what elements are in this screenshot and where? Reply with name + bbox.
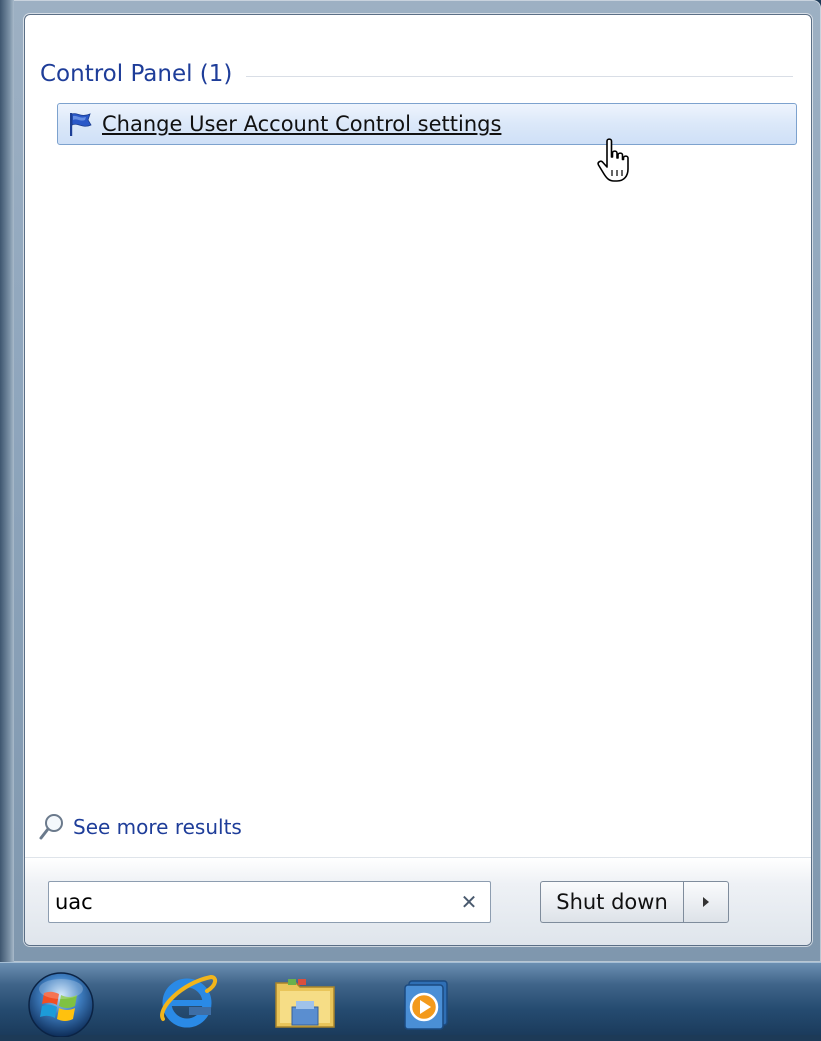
- shutdown-split-button: Shut down: [540, 881, 730, 923]
- start-menu-panel: Control Panel (1) Change User Account Co…: [24, 14, 812, 946]
- group-divider: [246, 75, 793, 77]
- search-input[interactable]: [53, 884, 447, 920]
- search-icon: [39, 814, 63, 840]
- shutdown-options-button[interactable]: [683, 881, 729, 923]
- search-result-label: Change User Account Control settings: [102, 112, 502, 136]
- close-icon[interactable]: ✕: [458, 891, 480, 913]
- windows-start-orb-icon[interactable]: [22, 967, 100, 1038]
- triangle-right-icon: [703, 897, 709, 907]
- windows-media-player-icon[interactable]: [393, 969, 459, 1033]
- start-menu-bottom-bar: ✕ Shut down: [25, 857, 811, 945]
- start-menu-frame: Control Panel (1) Change User Account Co…: [0, 0, 821, 962]
- desktop-edge: [0, 0, 14, 962]
- see-more-results-label: See more results: [73, 815, 242, 839]
- shutdown-button[interactable]: Shut down: [540, 881, 683, 923]
- result-group-header: Control Panel (1): [40, 57, 793, 91]
- see-more-results-link[interactable]: See more results: [39, 811, 242, 843]
- result-group-title[interactable]: Control Panel (1): [40, 61, 246, 87]
- search-result-uac-settings[interactable]: Change User Account Control settings: [57, 103, 797, 145]
- uac-flag-icon: [66, 110, 94, 138]
- search-box[interactable]: ✕: [48, 881, 491, 923]
- internet-explorer-icon[interactable]: [155, 969, 221, 1033]
- hand-pointer-cursor-icon: [595, 137, 635, 187]
- windows-explorer-icon[interactable]: [272, 969, 338, 1033]
- taskbar: [0, 962, 821, 1038]
